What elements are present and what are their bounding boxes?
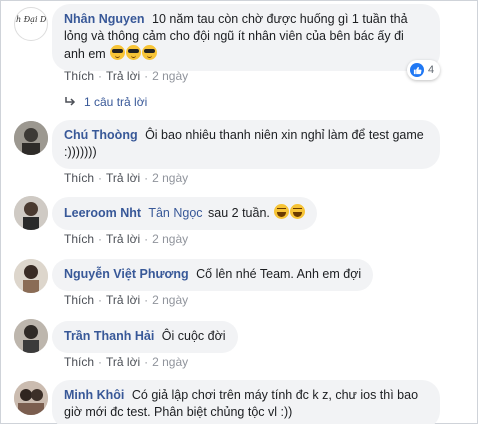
- avatar[interactable]: [14, 319, 48, 353]
- like-icon: [410, 63, 424, 77]
- like-link[interactable]: Thích: [64, 69, 94, 83]
- comment-actions: Thích · Trả lời · 2 ngày: [64, 232, 189, 246]
- comment-text: Cố lên nhé Team. Anh em đợi: [196, 267, 362, 281]
- sunglasses-emoji-icon: [126, 45, 142, 60]
- avatar[interactable]: [14, 121, 48, 155]
- reply-link[interactable]: Trả lời: [106, 232, 140, 246]
- laughing-emoji-icon: [274, 204, 290, 219]
- like-link[interactable]: Thích: [64, 171, 94, 185]
- avatar[interactable]: [14, 196, 48, 230]
- reply-link[interactable]: Trả lời: [106, 171, 140, 185]
- comment-actions: Thích · Trả lời · 2 ngày: [64, 293, 189, 307]
- commenter-name[interactable]: Leeroom Nht: [64, 206, 141, 220]
- commenter-name[interactable]: Nguyễn Việt Phương: [64, 267, 189, 281]
- avatar[interactable]: [14, 259, 48, 293]
- sunglasses-emoji-icon: [142, 45, 158, 60]
- comment-bubble: Leeroom Nht Tân Ngọc sau 2 tuần.: [52, 197, 318, 230]
- comment-actions: Thích · Trả lời · 2 ngày: [64, 171, 189, 185]
- commenter-name[interactable]: Nhân Nguyen: [64, 12, 145, 26]
- comment-bubble: Chú Thoòng Ôi bao nhiêu thanh niên xin n…: [52, 120, 440, 169]
- timestamp[interactable]: 2 ngày: [152, 171, 188, 185]
- comment-bubble: Nguyễn Việt Phương Cố lên nhé Team. Anh …: [52, 259, 374, 291]
- avatar[interactable]: Anh Đại Diện: [14, 7, 48, 41]
- commenter-name[interactable]: Minh Khôi: [64, 388, 124, 402]
- reply-link[interactable]: Trả lời: [106, 69, 140, 83]
- view-replies-link[interactable]: 1 câu trả lời: [64, 95, 147, 109]
- comment-actions: Thích · Trả lời · 2 ngày: [64, 355, 189, 369]
- like-link[interactable]: Thích: [64, 355, 94, 369]
- reply-link[interactable]: Trả lời: [106, 293, 140, 307]
- tagged-user[interactable]: Tân Ngọc: [148, 206, 202, 220]
- comment-text: Ôi cuộc đời: [161, 329, 226, 343]
- comment-bubble: Nhân Nguyen 10 năm tau còn chờ được huốn…: [52, 4, 440, 71]
- sunglasses-emoji-icon: [110, 45, 126, 60]
- timestamp[interactable]: 2 ngày: [152, 69, 188, 83]
- reaction-count: 4: [428, 64, 435, 76]
- like-link[interactable]: Thích: [64, 293, 94, 307]
- laughing-emoji-icon: [290, 204, 306, 219]
- reaction-count-badge[interactable]: 4: [407, 60, 441, 80]
- svg-text:Anh Đại Diện: Anh Đại Diện: [15, 15, 48, 24]
- reply-count-label[interactable]: 1 câu trả lời: [84, 95, 147, 109]
- timestamp[interactable]: 2 ngày: [152, 355, 188, 369]
- comment-thread: Anh Đại Diện Nhân Nguyen 10 năm tau còn …: [0, 0, 478, 424]
- comment-actions: Thích · Trả lời · 2 ngày: [64, 69, 189, 83]
- reply-link[interactable]: Trả lời: [106, 355, 140, 369]
- commenter-name[interactable]: Chú Thoòng: [64, 128, 138, 142]
- timestamp[interactable]: 2 ngày: [152, 232, 188, 246]
- comment-bubble: Minh Khôi Có giả lập chơi trên máy tính …: [52, 380, 440, 424]
- avatar[interactable]: [14, 381, 48, 415]
- timestamp[interactable]: 2 ngày: [152, 293, 188, 307]
- comment-text: sau 2 tuần.: [208, 206, 270, 220]
- comment-bubble: Trần Thanh Hải Ôi cuộc đời: [52, 321, 238, 353]
- reply-arrow-icon: [65, 97, 76, 106]
- like-link[interactable]: Thích: [64, 232, 94, 246]
- commenter-name[interactable]: Trần Thanh Hải: [64, 329, 154, 343]
